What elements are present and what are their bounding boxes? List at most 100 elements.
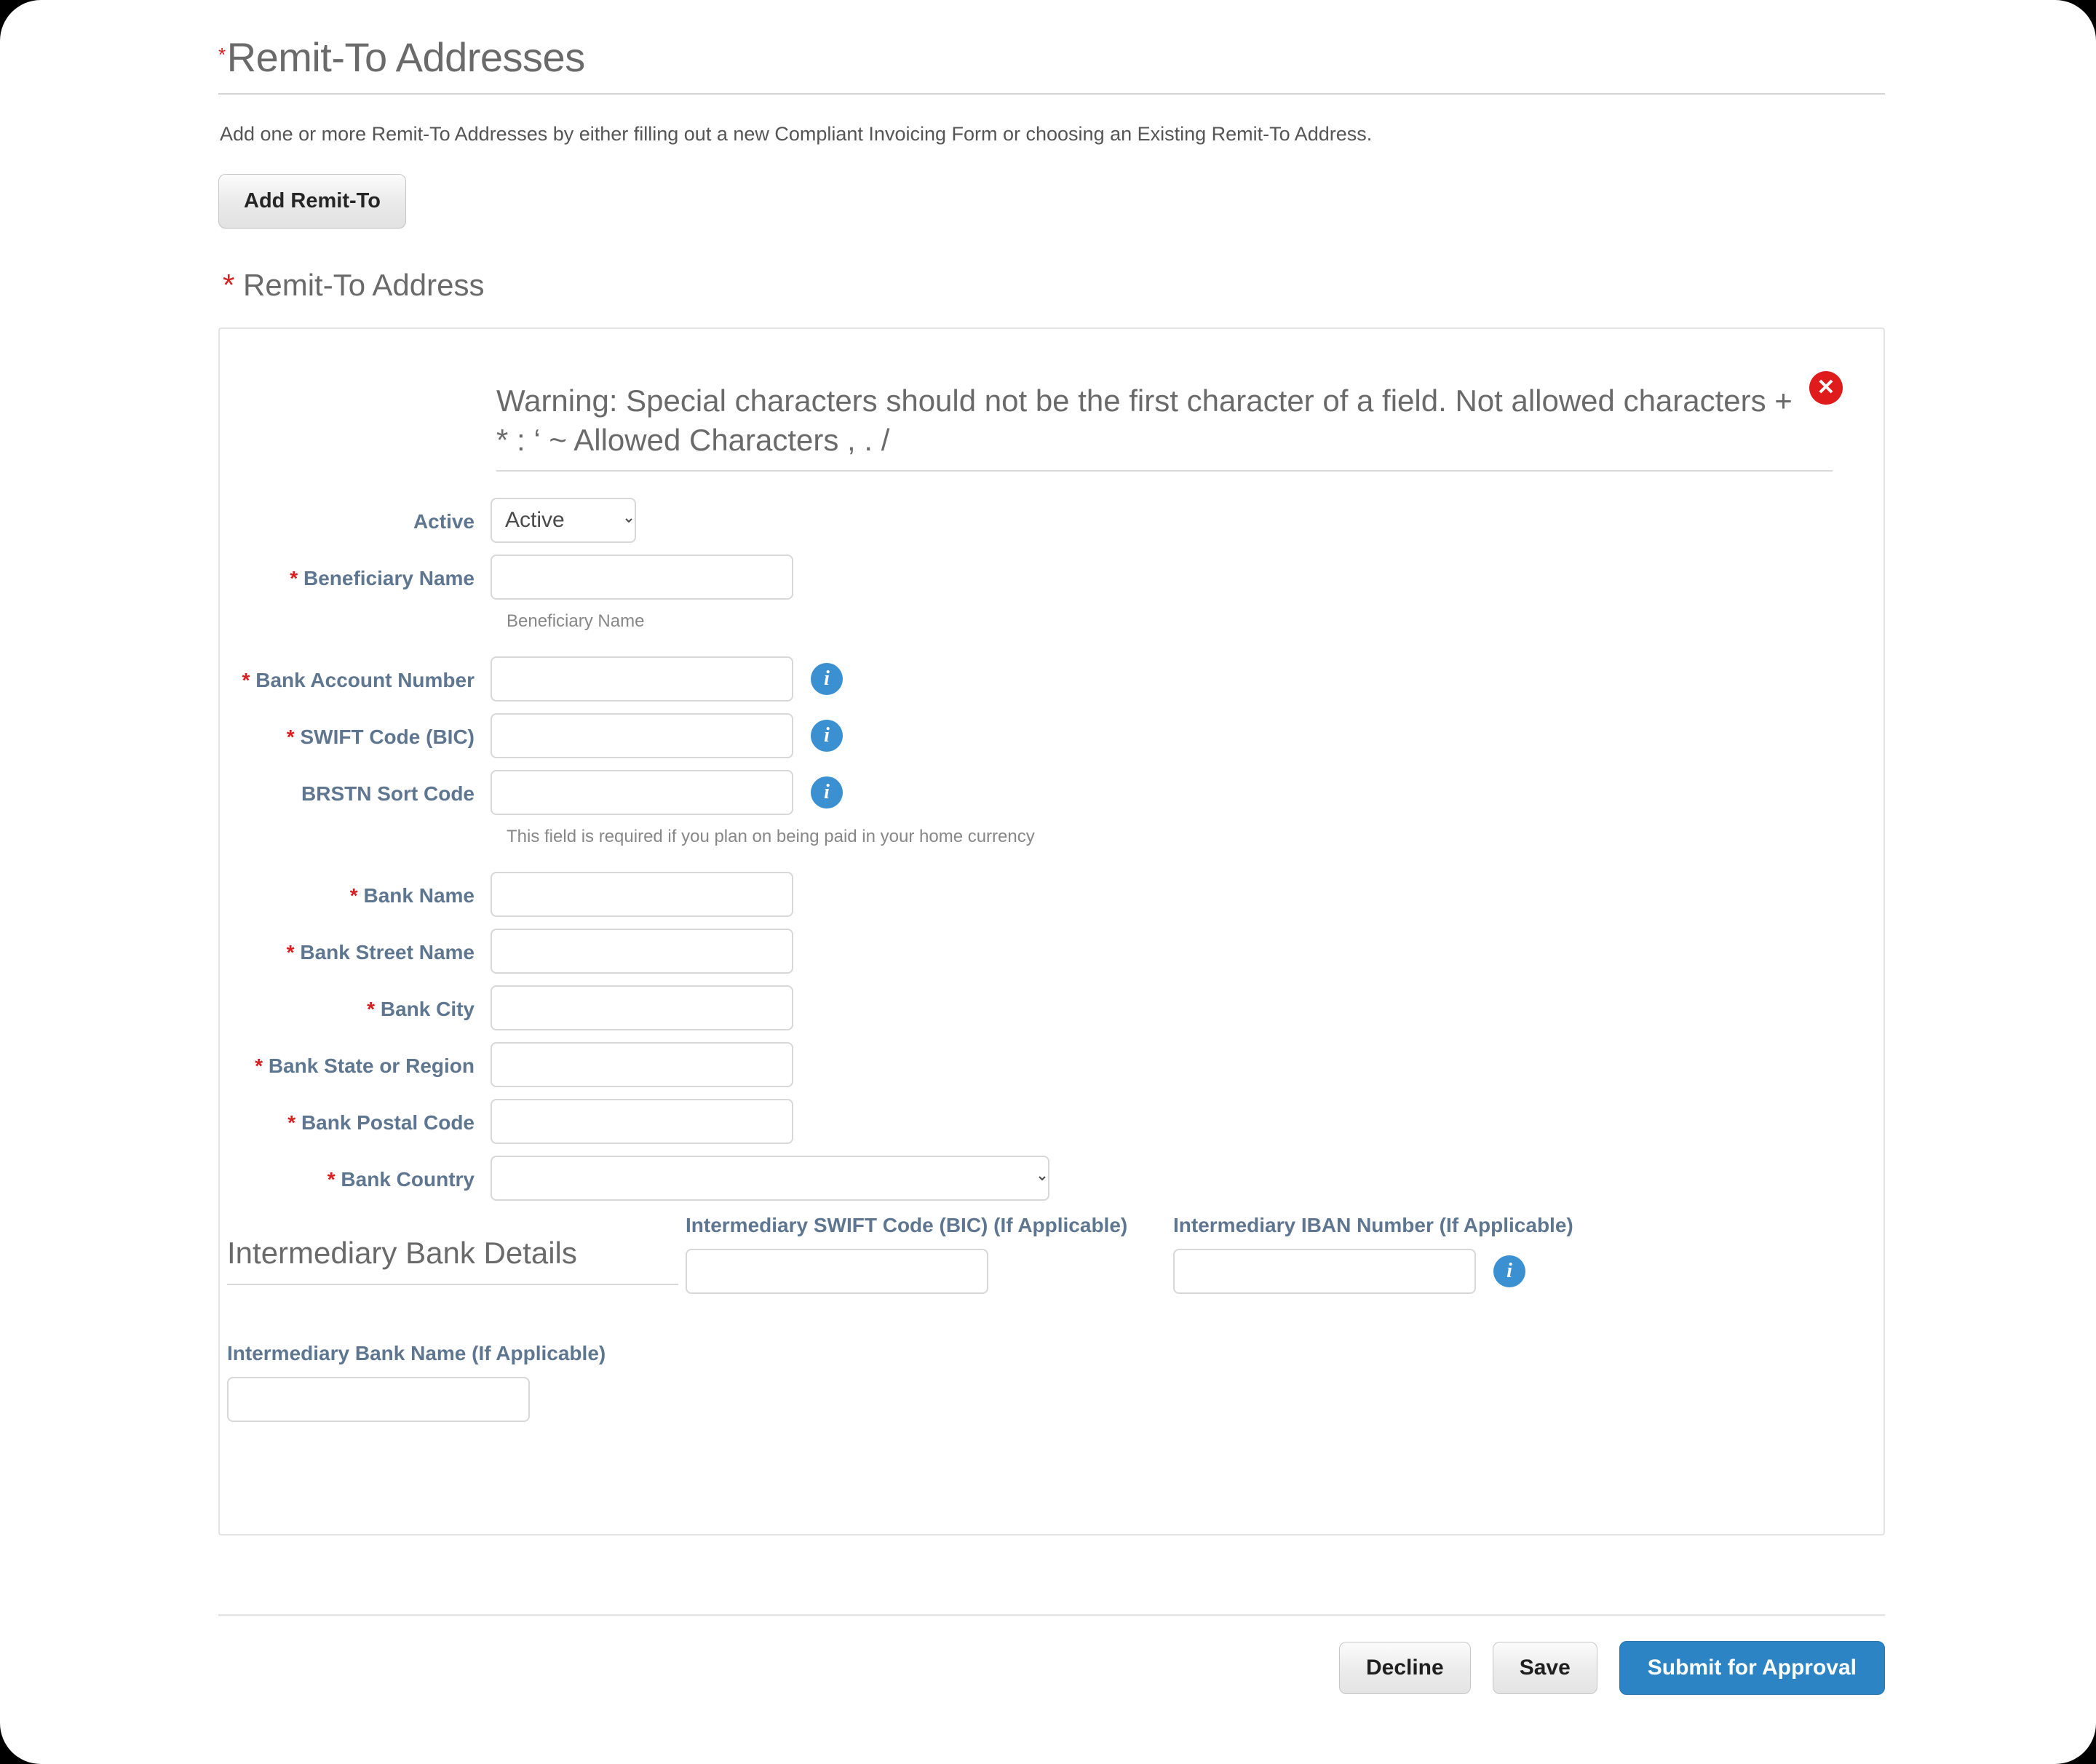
bank-postal-code-input[interactable] (491, 1098, 793, 1144)
intermediary-bank-name-field: Intermediary Bank Name (If Applicable) (227, 1342, 606, 1422)
required-indicator: * (255, 1054, 263, 1077)
bank-country-select[interactable] (491, 1155, 1049, 1201)
intermediary-swift-control (686, 1248, 1127, 1294)
beneficiary-name-hint: Beneficiary Name (507, 611, 645, 631)
close-icon[interactable]: ✕ (1809, 371, 1843, 405)
bank-name-control (491, 871, 793, 917)
swift-code-input[interactable] (491, 712, 793, 758)
bank-city-input[interactable] (491, 985, 793, 1030)
bank-account-number-label-text: Bank Account Number (255, 668, 475, 691)
swift-code-label: * SWIFT Code (BIC) (220, 713, 491, 751)
bank-country-control (491, 1155, 1049, 1201)
intermediary-swift-input[interactable] (686, 1248, 988, 1294)
bank-street-name-label-text: Bank Street Name (300, 940, 475, 964)
intermediary-bank-details-heading: Intermediary Bank Details (227, 1236, 678, 1285)
bank-city-control (491, 985, 793, 1030)
required-indicator: * (367, 997, 376, 1020)
beneficiary-name-label-text: Beneficiary Name (303, 566, 475, 589)
beneficiary-name-control (491, 554, 793, 600)
page-content: *Remit-To Addresses Add one or more Remi… (218, 0, 1885, 1724)
intermediary-bank-name-label: Intermediary Bank Name (If Applicable) (227, 1341, 606, 1364)
brstn-sort-code-hint: This field is required if you plan on be… (507, 826, 1035, 846)
bank-postal-code-label-text: Bank Postal Code (301, 1111, 475, 1134)
remit-to-address-card: Warning: Special characters should not b… (218, 327, 1885, 1536)
required-indicator: * (286, 725, 295, 748)
swift-code-label-text: SWIFT Code (BIC) (300, 725, 475, 748)
intermediary-bank-name-input[interactable] (227, 1376, 530, 1422)
bank-street-name-input[interactable] (491, 928, 793, 974)
bank-postal-code-label: * Bank Postal Code (220, 1099, 491, 1137)
bank-city-label-text: Bank City (380, 997, 475, 1020)
bank-street-name-control (491, 928, 793, 974)
remit-to-form: Active Active * Beneficiary Name Benefic… (220, 472, 1883, 1473)
bank-state-or-region-label-text: Bank State or Region (268, 1054, 475, 1077)
required-indicator: * (223, 268, 235, 303)
warning-banner: Warning: Special characters should not b… (496, 371, 1843, 472)
required-indicator: * (287, 1111, 296, 1134)
submit-for-approval-button[interactable]: Submit for Approval (1619, 1641, 1885, 1696)
decline-button[interactable]: Decline (1338, 1642, 1471, 1695)
page-title: *Remit-To Addresses (218, 35, 1885, 80)
bank-account-number-control: i (491, 656, 843, 702)
brstn-sort-code-control: i (491, 769, 843, 815)
required-indicator: * (327, 1167, 336, 1191)
form-row-bank-postal-code: * Bank Postal Code (220, 1098, 1883, 1144)
form-row-brstn-sort-code: BRSTN Sort Code i (220, 769, 1883, 815)
bank-name-label: * Bank Name (220, 872, 491, 910)
intermediary-iban-input[interactable] (1173, 1248, 1476, 1294)
form-row-bank-state-or-region: * Bank State or Region (220, 1041, 1883, 1087)
form-row-beneficiary-name: * Beneficiary Name (220, 554, 1883, 600)
add-remit-to-button[interactable]: Add Remit-To (218, 174, 406, 229)
bank-state-or-region-label: * Bank State or Region (220, 1042, 491, 1080)
info-icon[interactable]: i (811, 662, 843, 695)
intermediary-iban-label: Intermediary IBAN Number (If Applicable) (1173, 1213, 1573, 1236)
bank-country-label-text: Bank Country (341, 1167, 475, 1191)
section-header: *Remit-To Addresses (218, 0, 1885, 95)
bank-state-or-region-input[interactable] (491, 1041, 793, 1087)
bank-city-label: * Bank City (220, 985, 491, 1023)
intermediary-swift-label: Intermediary SWIFT Code (BIC) (If Applic… (686, 1213, 1128, 1236)
info-icon[interactable]: i (811, 719, 843, 752)
form-row-bank-city: * Bank City (220, 985, 1883, 1030)
form-row-active: Active Active (220, 497, 1883, 543)
form-row-swift-code: * SWIFT Code (BIC) i (220, 712, 1883, 758)
required-indicator: * (242, 668, 250, 691)
form-row-bank-name: * Bank Name (220, 871, 1883, 917)
intermediary-bank-details-section: Intermediary Bank Details Intermediary S… (220, 1214, 1883, 1473)
form-footer: Decline Save Submit for Approval (218, 1614, 1885, 1724)
bank-state-or-region-control (491, 1041, 793, 1087)
bank-country-label: * Bank Country (220, 1156, 491, 1193)
bank-account-number-label: * Bank Account Number (220, 656, 491, 694)
active-select[interactable]: Active (491, 497, 636, 543)
bank-name-label-text: Bank Name (363, 883, 475, 907)
required-indicator: * (290, 566, 298, 589)
section-description: Add one or more Remit-To Addresses by ei… (220, 122, 1373, 145)
intermediary-iban-field: Intermediary IBAN Number (If Applicable)… (1173, 1214, 1573, 1294)
intermediary-bank-name-control (227, 1376, 606, 1422)
required-indicator: * (218, 44, 226, 65)
warning-message: Warning: Special characters should not b… (496, 381, 1833, 472)
form-row-bank-country: * Bank Country (220, 1155, 1883, 1201)
active-control: Active (491, 497, 636, 543)
info-icon[interactable]: i (811, 776, 843, 808)
bank-postal-code-control (491, 1098, 793, 1144)
active-label: Active (413, 509, 475, 533)
bank-street-name-label: * Bank Street Name (220, 929, 491, 966)
save-button[interactable]: Save (1492, 1642, 1597, 1695)
intermediary-swift-field: Intermediary SWIFT Code (BIC) (If Applic… (686, 1214, 1127, 1294)
beneficiary-name-input[interactable] (491, 554, 793, 600)
form-row-bank-street-name: * Bank Street Name (220, 928, 1883, 974)
swift-code-control: i (491, 712, 843, 758)
page-title-text: Remit-To Addresses (226, 34, 586, 80)
page-frame: *Remit-To Addresses Add one or more Remi… (0, 0, 2096, 1764)
form-row-bank-account-number: * Bank Account Number i (220, 656, 1883, 702)
intermediary-iban-control: i (1173, 1248, 1573, 1294)
bank-account-number-input[interactable] (491, 656, 793, 702)
info-icon[interactable]: i (1493, 1255, 1525, 1287)
beneficiary-name-label: * Beneficiary Name (220, 555, 491, 592)
bank-name-input[interactable] (491, 871, 793, 917)
required-indicator: * (286, 940, 295, 964)
required-indicator: * (349, 883, 358, 907)
brstn-sort-code-label: BRSTN Sort Code (301, 782, 475, 805)
brstn-sort-code-input[interactable] (491, 769, 793, 815)
